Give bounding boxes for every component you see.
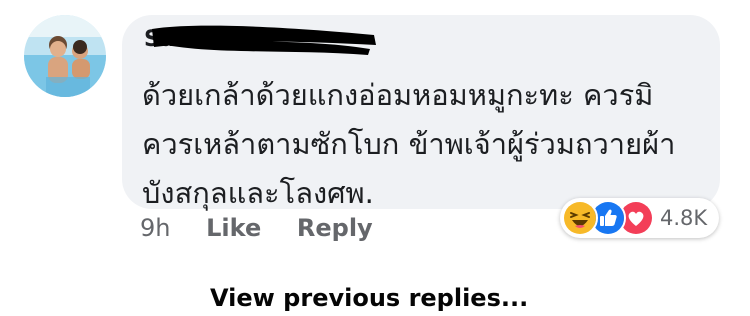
- haha-icon: [562, 200, 598, 236]
- comment-timestamp[interactable]: 9h: [140, 214, 170, 242]
- comment-author-name[interactable]: Su...: [144, 25, 376, 55]
- like-button[interactable]: Like: [206, 214, 261, 242]
- reaction-summary[interactable]: 4.8K: [560, 198, 720, 238]
- comment-thread: Su... ด้วยเกล้าด้วยแกงอ่อมหอมหมูกะทะ ควร…: [0, 0, 750, 316]
- reply-button[interactable]: Reply: [297, 214, 373, 242]
- avatar-photo: [24, 15, 106, 97]
- avatar[interactable]: [24, 15, 106, 97]
- comment-text: ด้วยเกล้าด้วยแกงอ่อมหอมหมูกะทะ ควรมิ ควร…: [142, 71, 708, 218]
- comment-text-line: ด้วยเกล้าด้วยแกงอ่อมหอมหมูกะทะ ควรมิ: [142, 78, 654, 112]
- view-previous-replies-link[interactable]: View previous replies...: [210, 284, 528, 312]
- comment-text-line: ควรเหล้าตามซักโบก ข้าพเจ้าผู้ร่วมถวายผ้า: [142, 127, 676, 161]
- reaction-count: 4.8K: [660, 206, 708, 230]
- redaction-scribble: [152, 25, 376, 55]
- comment-actions: 9h Like Reply: [140, 214, 373, 242]
- comment-bubble: Su... ด้วยเกล้าด้วยแกงอ่อมหอมหมูกะทะ ควร…: [122, 15, 720, 210]
